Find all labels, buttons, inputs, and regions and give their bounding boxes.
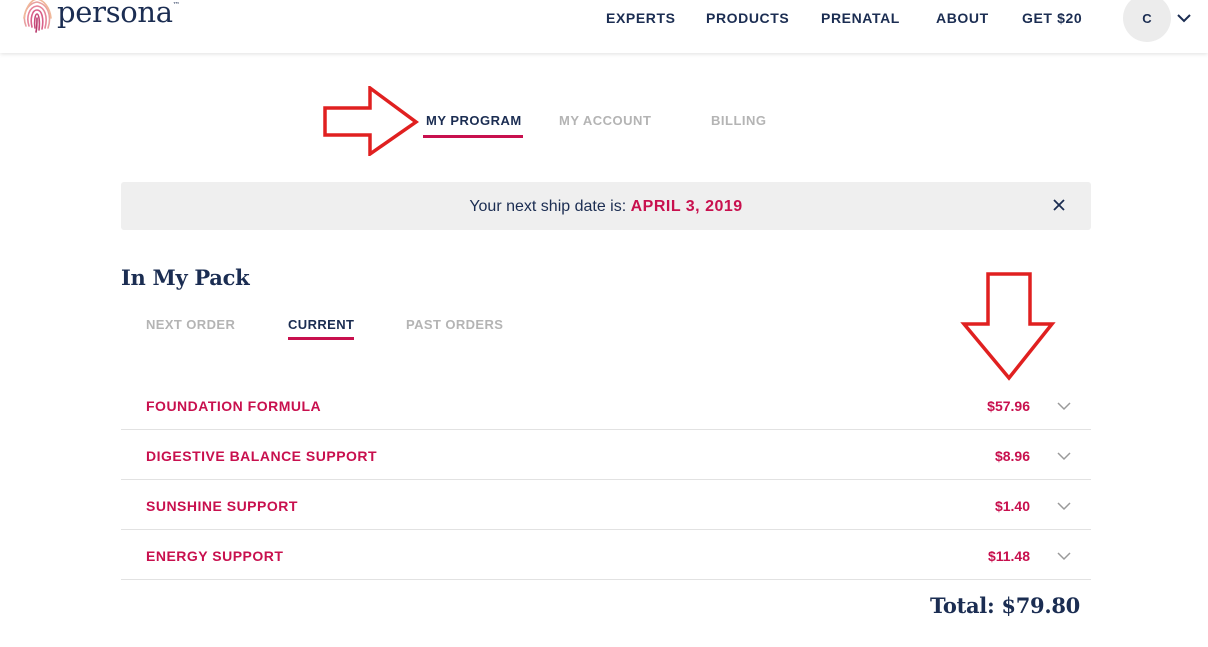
item-price: $11.48 [987, 548, 1030, 564]
pack-total: Total: $79.80 [929, 593, 1080, 618]
nav-experts[interactable]: EXPERTS [606, 10, 676, 26]
nav-get-20[interactable]: GET $20 [1022, 10, 1082, 26]
fingerprint-logo-icon [23, 0, 52, 33]
red-arrow-right-icon [323, 86, 420, 156]
chevron-down-icon[interactable] [1056, 451, 1072, 461]
persona-logo[interactable]: persona™ [20, 0, 180, 36]
nav-about[interactable]: ABOUT [936, 10, 989, 26]
item-price: $8.96 [994, 448, 1030, 464]
nav-products[interactable]: PRODUCTS [706, 10, 789, 26]
ship-date-value: APRIL 3, 2019 [630, 198, 743, 215]
avatar-initial: C [1142, 10, 1152, 26]
ship-date-prefix: Your next ship date is: [469, 198, 631, 215]
logo-wordmark: persona™ [57, 0, 180, 29]
ship-date-banner: Your next ship date is: APRIL 3, 2019 [121, 182, 1091, 230]
user-avatar[interactable]: C [1123, 0, 1171, 42]
chevron-down-icon[interactable] [1056, 501, 1072, 511]
ship-date-message: Your next ship date is: APRIL 3, 2019 [121, 198, 1091, 216]
site-header: persona™ EXPERTS PRODUCTS PRENATAL ABOUT… [0, 0, 1208, 53]
chevron-down-icon[interactable] [1056, 401, 1072, 411]
pack-item-row[interactable]: SUNSHINE SUPPORT $1.40 [121, 480, 1091, 530]
active-pack-tab-indicator [288, 337, 354, 340]
item-name: ENERGY SUPPORT [146, 548, 284, 564]
tab-current[interactable]: CURRENT [288, 317, 354, 332]
active-tab-indicator [423, 135, 523, 138]
pack-title: In My Pack [121, 265, 250, 290]
chevron-down-icon[interactable] [1176, 12, 1192, 24]
pack-items-list: FOUNDATION FORMULA $57.96 DIGESTIVE BALA… [121, 380, 1091, 580]
close-icon[interactable] [1051, 197, 1067, 213]
tab-my-program[interactable]: MY PROGRAM [426, 113, 522, 128]
tab-past-orders[interactable]: PAST ORDERS [406, 317, 503, 332]
item-name: FOUNDATION FORMULA [146, 398, 322, 414]
item-name: SUNSHINE SUPPORT [146, 498, 298, 514]
pack-item-row[interactable]: DIGESTIVE BALANCE SUPPORT $8.96 [121, 430, 1091, 480]
pack-item-row[interactable]: ENERGY SUPPORT $11.48 [121, 530, 1091, 580]
tab-my-account[interactable]: MY ACCOUNT [559, 113, 651, 128]
item-price: $1.40 [994, 498, 1030, 514]
chevron-down-icon[interactable] [1056, 551, 1072, 561]
nav-prenatal[interactable]: PRENATAL [821, 10, 900, 26]
red-arrow-down-icon [960, 272, 1056, 381]
pack-item-row[interactable]: FOUNDATION FORMULA $57.96 [121, 380, 1091, 430]
tab-next-order[interactable]: NEXT ORDER [146, 317, 235, 332]
tab-billing[interactable]: BILLING [711, 113, 767, 128]
item-price: $57.96 [987, 398, 1030, 414]
item-name: DIGESTIVE BALANCE SUPPORT [146, 448, 378, 464]
